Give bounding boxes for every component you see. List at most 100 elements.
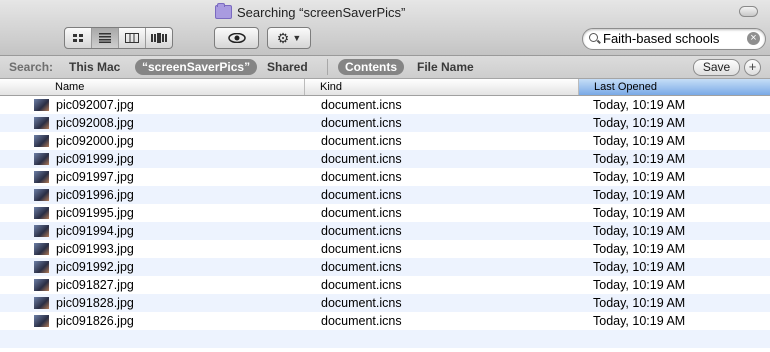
file-last-opened: Today, 10:19 AM [593, 260, 686, 274]
column-view-button[interactable] [119, 28, 146, 48]
file-row[interactable]: pic092000.jpg document.icns Today, 10:19 A… [0, 132, 770, 150]
file-list: pic092007.jpg document.icns Today, 10:19 A… [0, 96, 770, 348]
search-field[interactable]: Faith-based schools × [582, 28, 766, 50]
search-scope-label: Search: [9, 60, 54, 74]
file-kind: document.icns [321, 278, 402, 292]
action-menu-button[interactable]: ⚙ ▼ [267, 27, 311, 49]
file-row[interactable]: pic091995.jpg document.icns Today, 10:19 A… [0, 204, 770, 222]
cover-flow-button[interactable] [146, 28, 172, 48]
column-view-icon [125, 33, 139, 43]
file-row[interactable]: pic091992.jpg document.icns Today, 10:19 A… [0, 258, 770, 276]
image-thumbnail-icon [34, 117, 49, 129]
file-name: pic091826.jpg [56, 314, 134, 328]
file-name: pic091827.jpg [56, 278, 134, 292]
file-name: pic092000.jpg [56, 134, 134, 148]
image-thumbnail-icon [34, 297, 49, 309]
file-last-opened: Today, 10:19 AM [593, 206, 686, 220]
file-last-opened: Today, 10:19 AM [593, 224, 686, 238]
file-row[interactable]: pic091993.jpg document.icns Today, 10:19 A… [0, 240, 770, 258]
add-criteria-button[interactable]: + [744, 59, 761, 76]
file-kind: document.icns [321, 260, 402, 274]
file-name: pic091996.jpg [56, 188, 134, 202]
file-last-opened: Today, 10:19 AM [593, 98, 686, 112]
image-thumbnail-icon [34, 315, 49, 327]
image-thumbnail-icon [34, 207, 49, 219]
file-last-opened: Today, 10:19 AM [593, 242, 686, 256]
image-thumbnail-icon [34, 189, 49, 201]
file-last-opened: Today, 10:19 AM [593, 296, 686, 310]
list-view-icon [99, 33, 111, 43]
scope-this-mac[interactable]: This Mac [69, 59, 120, 75]
file-row[interactable]: pic091999.jpg document.icns Today, 10:19 A… [0, 150, 770, 168]
file-kind: document.icns [321, 296, 402, 310]
image-thumbnail-icon [34, 243, 49, 255]
search-input[interactable]: Faith-based schools [603, 31, 719, 46]
image-thumbnail-icon [34, 135, 49, 147]
save-search-button[interactable]: Save [693, 59, 740, 76]
icon-view-button[interactable] [65, 28, 92, 48]
smart-folder-icon [215, 3, 232, 19]
image-thumbnail-icon [34, 279, 49, 291]
window-title: Searching “screenSaverPics” [215, 3, 405, 21]
scope-contents[interactable]: Contents [338, 59, 404, 75]
search-icon [589, 33, 598, 42]
scope-divider [327, 59, 328, 75]
file-row[interactable]: pic091826.jpg document.icns Today, 10:19 A… [0, 312, 770, 330]
file-last-opened: Today, 10:19 AM [593, 152, 686, 166]
file-kind: document.icns [321, 170, 402, 184]
image-thumbnail-icon [34, 153, 49, 165]
file-row[interactable]: pic091828.jpg document.icns Today, 10:19 A… [0, 294, 770, 312]
window-title-text: Searching “screenSaverPics” [237, 4, 406, 20]
file-kind: document.icns [321, 98, 402, 112]
file-kind: document.icns [321, 188, 402, 202]
image-thumbnail-icon [34, 171, 49, 183]
search-scope-bar: Search: This Mac “screenSaverPics” Share… [0, 56, 770, 79]
file-kind: document.icns [321, 116, 402, 130]
scope-shared[interactable]: Shared [267, 59, 308, 75]
cover-flow-icon [151, 33, 167, 43]
file-kind: document.icns [321, 224, 402, 238]
file-name: pic091999.jpg [56, 152, 134, 166]
file-row[interactable]: pic091996.jpg document.icns Today, 10:19 A… [0, 186, 770, 204]
list-view-button[interactable] [92, 28, 119, 48]
file-kind: document.icns [321, 152, 402, 166]
toolbar-toggle-button[interactable] [739, 6, 758, 17]
file-kind: document.icns [321, 242, 402, 256]
file-name: pic092007.jpg [56, 98, 134, 112]
file-row[interactable]: pic091994.jpg document.icns Today, 10:19 A… [0, 222, 770, 240]
eye-icon [227, 33, 246, 43]
file-name: pic091993.jpg [56, 242, 134, 256]
clear-search-icon[interactable]: × [747, 32, 760, 45]
chevron-down-icon: ▼ [292, 32, 302, 43]
file-row[interactable]: pic091827.jpg document.icns Today, 10:19 A… [0, 276, 770, 294]
empty-row [0, 330, 770, 348]
column-header-row: Name Kind Last Opened [0, 79, 770, 96]
file-kind: document.icns [321, 314, 402, 328]
file-name: pic091994.jpg [56, 224, 134, 238]
icon-view-icon [73, 34, 83, 42]
file-kind: document.icns [321, 134, 402, 148]
image-thumbnail-icon [34, 261, 49, 273]
file-row[interactable]: pic091997.jpg document.icns Today, 10:19 A… [0, 168, 770, 186]
image-thumbnail-icon [34, 99, 49, 111]
file-name: pic091997.jpg [56, 170, 134, 184]
file-row[interactable]: pic092008.jpg document.icns Today, 10:19 A… [0, 114, 770, 132]
column-header-last-opened[interactable]: Last Opened [579, 79, 770, 95]
scope-folder[interactable]: “screenSaverPics” [135, 59, 258, 75]
view-mode-control [64, 27, 173, 49]
file-last-opened: Today, 10:19 AM [593, 314, 686, 328]
file-last-opened: Today, 10:19 AM [593, 278, 686, 292]
file-kind: document.icns [321, 206, 402, 220]
image-thumbnail-icon [34, 225, 49, 237]
file-row[interactable]: pic092007.jpg document.icns Today, 10:19 A… [0, 96, 770, 114]
file-name: pic092008.jpg [56, 116, 134, 130]
scope-file-name[interactable]: File Name [417, 59, 474, 75]
quick-look-button[interactable] [214, 27, 259, 49]
file-last-opened: Today, 10:19 AM [593, 134, 686, 148]
column-header-kind[interactable]: Kind [305, 79, 579, 95]
file-name: pic091992.jpg [56, 260, 134, 274]
file-name: pic091828.jpg [56, 296, 134, 310]
file-last-opened: Today, 10:19 AM [593, 116, 686, 130]
column-header-name[interactable]: Name [0, 79, 305, 95]
file-last-opened: Today, 10:19 AM [593, 170, 686, 184]
